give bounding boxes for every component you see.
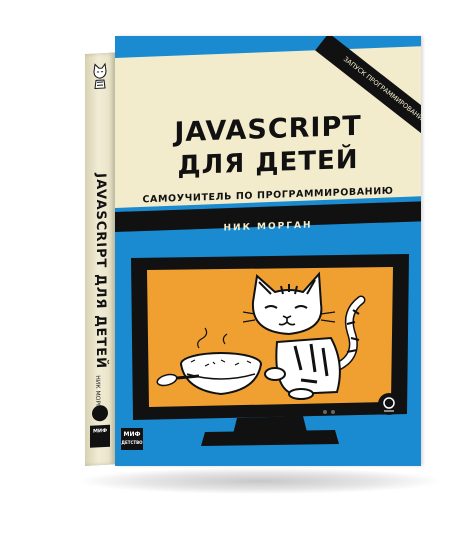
press-badge-icon — [378, 393, 400, 415]
book-spine: JAVASCRIPT ДЛЯ ДЕТЕЙ НИК МОРГАН МИФ — [85, 52, 115, 466]
spine-title: JAVASCRIPT ДЛЯ ДЕТЕЙ — [93, 172, 108, 370]
spine-publisher-logo: МИФ — [90, 424, 110, 448]
front-cover: JAVASCRIPT ДЛЯ ДЕТЕЙ САМОУЧИТЕЛЬ ПО ПРОГ… — [115, 36, 421, 466]
spine-round-logo-icon — [92, 404, 108, 422]
monitor-illustration — [131, 254, 409, 446]
publisher-logo: МИФ ДЕТСТВО — [121, 428, 143, 450]
publisher-name: МИФ — [123, 431, 141, 438]
spine-cat-icon — [93, 62, 107, 90]
publisher-sub: ДЕТСТВО — [121, 440, 143, 445]
spine-publisher-name: МИФ — [92, 427, 108, 435]
book: JAVASCRIPT ДЛЯ ДЕТЕЙ НИК МОРГАН МИФ JAVA… — [0, 0, 470, 536]
